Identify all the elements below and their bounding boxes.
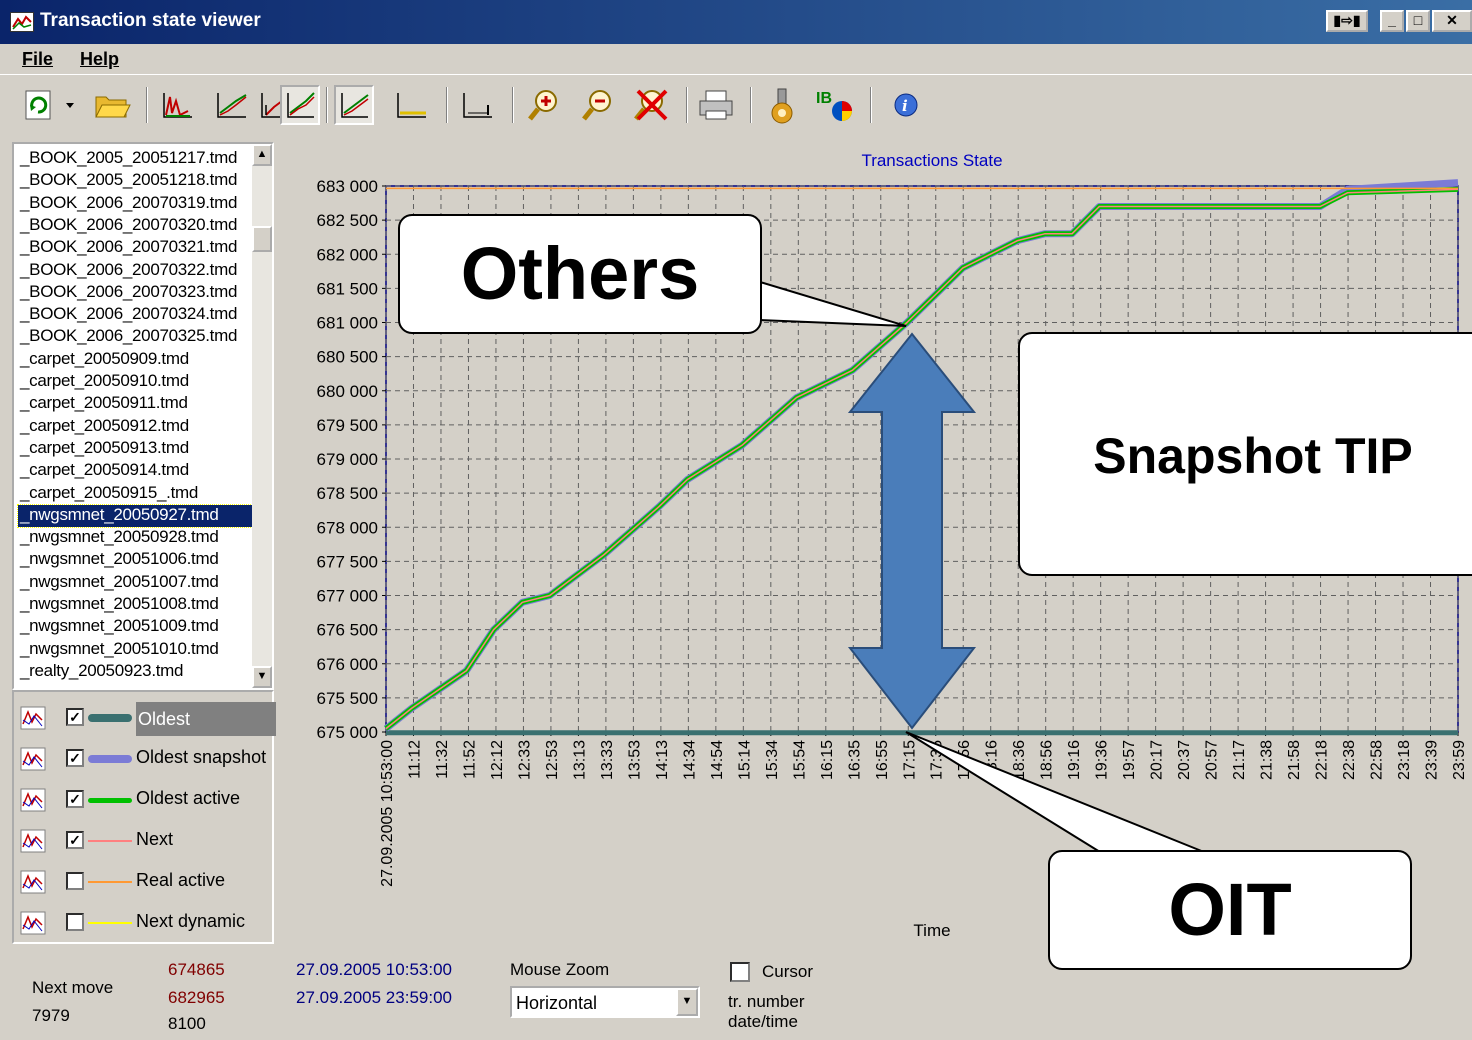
snapshot-tip-callout: Snapshot TIP [1018, 332, 1472, 576]
snapshot-tip-callout-text: Snapshot TIP [1093, 428, 1413, 484]
others-pointer [759, 280, 907, 327]
oit-callout-text: OIT [1168, 868, 1292, 951]
others-callout: Others [398, 214, 762, 334]
oit-pointer [905, 731, 1205, 853]
oit-callout: OIT [1048, 850, 1412, 970]
others-callout-text: Others [460, 232, 700, 315]
double-arrow-icon [847, 332, 977, 730]
